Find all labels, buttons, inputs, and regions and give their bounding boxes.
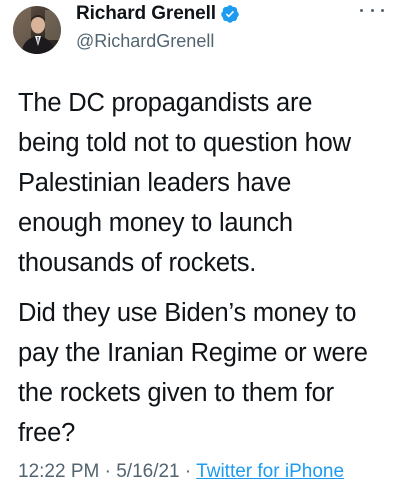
meta-separator: · — [179, 461, 197, 482]
more-options-icon[interactable] — [360, 0, 384, 20]
display-name[interactable]: Richard Grenell — [76, 3, 216, 25]
tweet-time[interactable]: 12:22 PM — [18, 461, 99, 482]
meta-separator: · — [99, 461, 117, 482]
tweet-paragraph: Did they use Biden’s money to pay the Ir… — [18, 299, 368, 447]
user-handle[interactable]: @RichardGrenell — [76, 31, 214, 52]
tweet: Richard Grenell @RichardGrenell The DC p… — [0, 0, 406, 500]
display-name-row[interactable]: Richard Grenell — [76, 2, 240, 26]
verified-badge-icon — [221, 5, 239, 23]
tweet-date[interactable]: 5/16/21 — [116, 461, 179, 482]
tweet-source-link[interactable]: Twitter for iPhone — [196, 461, 344, 482]
profile-photo — [13, 6, 61, 54]
tweet-meta: 12:22 PM · 5/16/21 · Twitter for iPhone — [18, 461, 344, 483]
tweet-text: The DC propagandists are being told not … — [18, 83, 398, 453]
tweet-paragraph: The DC propagandists are being told not … — [18, 89, 351, 277]
avatar[interactable] — [13, 6, 61, 54]
